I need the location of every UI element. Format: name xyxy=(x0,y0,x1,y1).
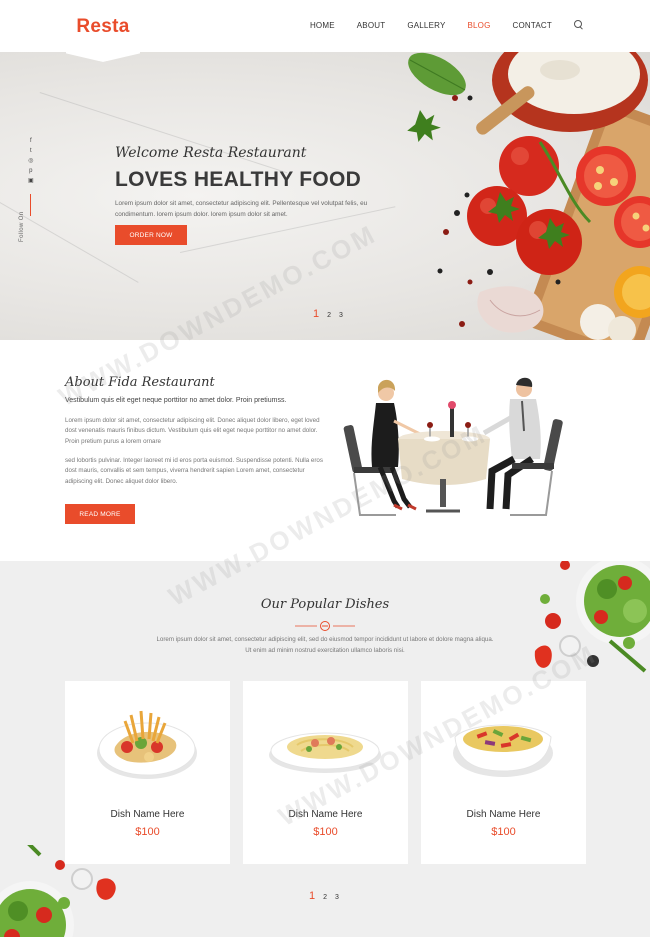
main-nav: HOME ABOUT GALLERY BLOG CONTACT xyxy=(288,20,584,30)
dish-card[interactable]: Dish Name Here $100 xyxy=(243,681,408,864)
social-divider xyxy=(30,194,32,216)
hero-slider-pager: 1 2 3 xyxy=(313,308,343,320)
dish-name[interactable]: Dish Name Here xyxy=(421,809,586,820)
dishes-script-heading: Our Popular Dishes xyxy=(260,597,390,612)
site-header: Resta HOME ABOUT GALLERY BLOG CONTACT xyxy=(0,0,650,62)
popular-dishes-section: Our Popular Dishes Lorem ipsum dolor sit… xyxy=(0,561,650,937)
pinterest-icon[interactable]: p xyxy=(29,168,32,175)
hero-text: Lorem ipsum dolor sit amet, consectetur … xyxy=(115,200,368,218)
logo-tab[interactable]: Resta xyxy=(66,0,140,62)
order-now-button[interactable]: ORDER NOW xyxy=(115,225,187,245)
dishes-page-1[interactable]: 1 xyxy=(309,890,315,902)
nav-item-blog[interactable]: BLOG xyxy=(467,21,490,30)
salad-decoration xyxy=(534,561,650,673)
dish-name[interactable]: Dish Name Here xyxy=(243,809,408,820)
hero-page-2[interactable]: 2 xyxy=(327,312,331,319)
logo[interactable]: Resta xyxy=(66,16,140,38)
dining-couple-image xyxy=(343,377,563,516)
dish-price: $100 xyxy=(313,826,338,838)
hero-title: LOVES HEALTHY FOOD xyxy=(115,168,362,191)
hero-script-heading: Welcome Resta Restaurant xyxy=(115,145,307,161)
dish-name[interactable]: Dish Name Here xyxy=(65,809,230,820)
hero-banner: f t ◎ p ▣ Follow On Welcome Resta Restau… xyxy=(0,52,650,340)
hero-page-3[interactable]: 3 xyxy=(339,312,343,319)
dish-card[interactable]: Dish Name Here $100 xyxy=(65,681,230,864)
nav-item-gallery[interactable]: GALLERY xyxy=(407,21,445,30)
rss-icon[interactable]: ▣ xyxy=(28,178,34,185)
dish-image xyxy=(97,710,197,779)
about-subtitle: Vestibulum quis elit eget neque porttito… xyxy=(65,397,287,404)
about-paragraph-2: sed lobortis pulvinar. Integer laoreet m… xyxy=(65,457,323,485)
follow-on-label: Follow On xyxy=(19,211,25,242)
about-script-heading: About Fida Restaurant xyxy=(65,375,215,390)
nav-item-contact[interactable]: CONTACT xyxy=(513,21,552,30)
nav-item-home[interactable]: HOME xyxy=(310,21,335,30)
dish-price: $100 xyxy=(491,826,516,838)
dish-image xyxy=(269,732,381,773)
instagram-icon[interactable]: ◎ xyxy=(28,158,33,165)
dishes-page-3[interactable]: 3 xyxy=(335,894,339,901)
dishes-pager: 1 2 3 xyxy=(309,890,339,902)
about-paragraph-1: Lorem ipsum dolor sit amet, consectetur … xyxy=(65,417,320,445)
dishes-intro-text: Lorem ipsum dolor sit amet, consectetur … xyxy=(156,636,494,654)
hero-food-image xyxy=(407,52,650,340)
search-icon[interactable] xyxy=(574,20,584,30)
hero-page-1[interactable]: 1 xyxy=(313,308,319,320)
dishes-page-2[interactable]: 2 xyxy=(323,894,327,901)
twitter-icon[interactable]: t xyxy=(30,148,32,155)
nav-item-about[interactable]: ABOUT xyxy=(357,21,386,30)
dish-image xyxy=(453,724,553,777)
read-more-button[interactable]: READ MORE xyxy=(65,504,135,524)
social-links: f t ◎ p ▣ xyxy=(28,138,34,216)
dish-card[interactable]: Dish Name Here $100 xyxy=(421,681,586,864)
about-section: About Fida Restaurant Vestibulum quis el… xyxy=(0,340,650,561)
divider-dish-icon xyxy=(295,621,355,631)
facebook-icon[interactable]: f xyxy=(30,138,32,145)
dish-price: $100 xyxy=(135,826,160,838)
